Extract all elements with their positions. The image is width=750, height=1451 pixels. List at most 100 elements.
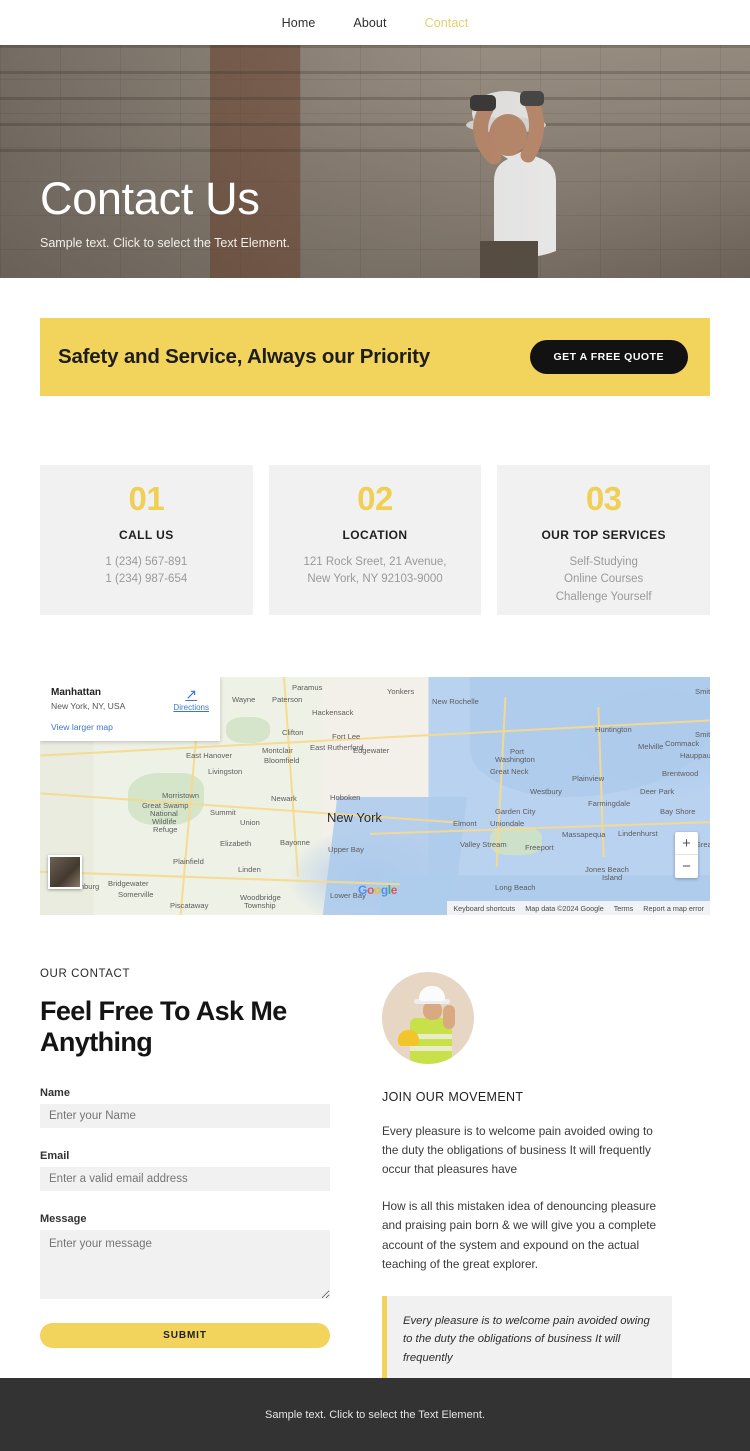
- map-label: Elizabeth: [220, 839, 252, 848]
- google-watermark: Google: [358, 883, 397, 897]
- hero-subtitle: Sample text. Click to select the Text El…: [40, 236, 290, 250]
- map-label: Plainview: [572, 774, 605, 783]
- contact-info-column: JOIN OUR MOVEMENT Every pleasure is to w…: [382, 968, 672, 1384]
- map-label: Bridgewater: [108, 879, 149, 888]
- avatar-arm: [443, 1005, 455, 1029]
- contact-form-column: OUR CONTACT Feel Free To Ask Me Anything…: [40, 968, 330, 1384]
- map-label: Deer Park: [640, 787, 675, 796]
- card-number: 03: [585, 480, 622, 517]
- blockquote: Every pleasure is to welcome pain avoide…: [382, 1295, 672, 1384]
- join-our-movement-title: JOIN OUR MOVEMENT: [382, 1090, 524, 1104]
- view-larger-map-link[interactable]: View larger map: [51, 722, 209, 732]
- zoom-out-button[interactable]: −: [675, 855, 698, 878]
- card-number: 02: [357, 480, 393, 517]
- map-label: Hauppau: [680, 751, 710, 760]
- message-label: Message: [40, 1212, 87, 1225]
- contact-heading: Feel Free To Ask Me Anything: [40, 996, 287, 1057]
- map-label: Bayonne: [280, 838, 310, 847]
- avatar-vest-stripe: [410, 1046, 452, 1051]
- map-label: Freeport: [525, 843, 554, 852]
- report-map-error-link[interactable]: Report a map error: [643, 904, 704, 913]
- map-directions-label: Directions: [173, 703, 209, 713]
- card-title: LOCATION: [342, 527, 408, 542]
- street-view-pegman-thumbnail[interactable]: [48, 855, 82, 889]
- map-label: Brentwood: [662, 769, 699, 778]
- card-title: CALL US: [119, 527, 174, 542]
- map-footer-bar: Keyboard shortcuts Map data ©2024 Google…: [447, 901, 710, 915]
- map-label: Upper Bay: [328, 845, 364, 854]
- map-place-name: Manhattan: [51, 687, 101, 698]
- contact-paragraph-1: Every pleasure is to welcome pain avoide…: [382, 1124, 653, 1177]
- footer-text: Sample text. Click to select the Text El…: [265, 1408, 485, 1421]
- nav-item-about[interactable]: About: [353, 16, 386, 30]
- map-label: Union: [240, 818, 260, 827]
- contact-section: OUR CONTACT Feel Free To Ask Me Anything…: [0, 915, 750, 1384]
- message-textarea[interactable]: [40, 1229, 330, 1299]
- blockquote-text: Every pleasure is to welcome pain avoide…: [403, 1314, 650, 1365]
- map-label: Yonkers: [387, 687, 415, 696]
- map-label: New York: [327, 810, 382, 825]
- keyboard-shortcuts-label[interactable]: Keyboard shortcuts: [453, 904, 515, 913]
- map-label: Summit: [210, 808, 236, 817]
- card-number: 01: [128, 480, 165, 517]
- map-label: Newark: [271, 794, 297, 803]
- map-label: Refuge: [153, 825, 178, 834]
- submit-button[interactable]: SUBMIT: [40, 1322, 330, 1348]
- map-label: Fort Lee: [332, 732, 361, 741]
- map-label: Lindenhurst: [618, 829, 658, 838]
- map-place-address: New York, NY, USA: [51, 701, 126, 711]
- zoom-in-button[interactable]: +: [675, 832, 698, 855]
- card-line: 1 (234) 567-891: [105, 555, 188, 568]
- map-label: Wayne: [232, 695, 256, 704]
- map-wrapper: New York Newark Yonkers Paramus New Rochelle…: [0, 615, 750, 915]
- get-a-free-quote-button[interactable]: GET A FREE QUOTE: [529, 340, 688, 374]
- map-label: Huntington: [595, 725, 632, 734]
- hero-section: Contact Us Sample text. Click to select …: [0, 45, 750, 278]
- info-card-location: 02 LOCATION 121 Rock Sreet, 21 Avenue, N…: [268, 465, 482, 615]
- map-label: Garden City: [495, 807, 536, 816]
- map-label: Linden: [238, 865, 261, 874]
- card-line: 121 Rock Sreet, 21 Avenue,: [303, 555, 447, 568]
- name-label: Name: [40, 1086, 70, 1099]
- map-label: Commack: [665, 739, 700, 748]
- map-label: Melville: [638, 742, 664, 751]
- map-label: New Rochelle: [432, 697, 479, 706]
- page-title: Contact Us: [40, 172, 260, 224]
- map-label: Massapequa: [562, 830, 606, 839]
- cta-title: Safety and Service, Always our Priority: [58, 345, 430, 368]
- google-map[interactable]: New York Newark Yonkers Paramus New Rochelle…: [40, 677, 710, 915]
- contact-eyebrow: OUR CONTACT: [40, 968, 131, 980]
- email-input[interactable]: [40, 1166, 330, 1191]
- map-label: Piscataway: [170, 901, 209, 910]
- map-data-attribution: Map data ©2024 Google: [525, 903, 604, 913]
- name-input[interactable]: [40, 1103, 330, 1128]
- cta-banner: Safety and Service, Always our Priority …: [40, 318, 710, 396]
- map-terms-link[interactable]: Terms: [614, 904, 634, 913]
- map-label: Montclair: [262, 746, 293, 755]
- map-label: Clifton: [282, 728, 304, 737]
- nav-item-home[interactable]: Home: [282, 16, 316, 30]
- avatar-hard-hat: [398, 1030, 419, 1046]
- map-label: Morristown: [162, 791, 200, 800]
- cta-banner-wrapper: Safety and Service, Always our Priority …: [0, 278, 750, 396]
- map-label: Hoboken: [330, 793, 361, 802]
- map-label: Hackensack: [312, 708, 354, 717]
- map-label: Somerville: [118, 890, 154, 899]
- map-zoom-controls[interactable]: + −: [675, 832, 698, 878]
- map-directions-button[interactable]: ↗ Directions: [173, 686, 209, 713]
- map-label: Valley Stream: [460, 840, 507, 849]
- directions-icon: ↗: [185, 686, 198, 702]
- main-navigation: Home About Contact: [0, 0, 750, 45]
- info-card-call-us: 01 CALL US 1 (234) 567-891 1 (234) 987-6…: [40, 465, 253, 615]
- nav-item-contact[interactable]: Contact: [425, 16, 469, 30]
- map-label: Elmont: [453, 819, 477, 828]
- map-label: Edgewater: [353, 746, 390, 755]
- avatar: [382, 972, 474, 1064]
- map-label: Long Beach: [495, 883, 536, 892]
- map-label: Bay Shore: [660, 807, 696, 816]
- map-label: Plainfield: [173, 857, 204, 866]
- map-label: Washington: [495, 755, 535, 764]
- map-label: East Hanover: [186, 751, 233, 760]
- map-label: Westbury: [530, 787, 562, 796]
- card-title: OUR TOP SERVICES: [541, 527, 666, 542]
